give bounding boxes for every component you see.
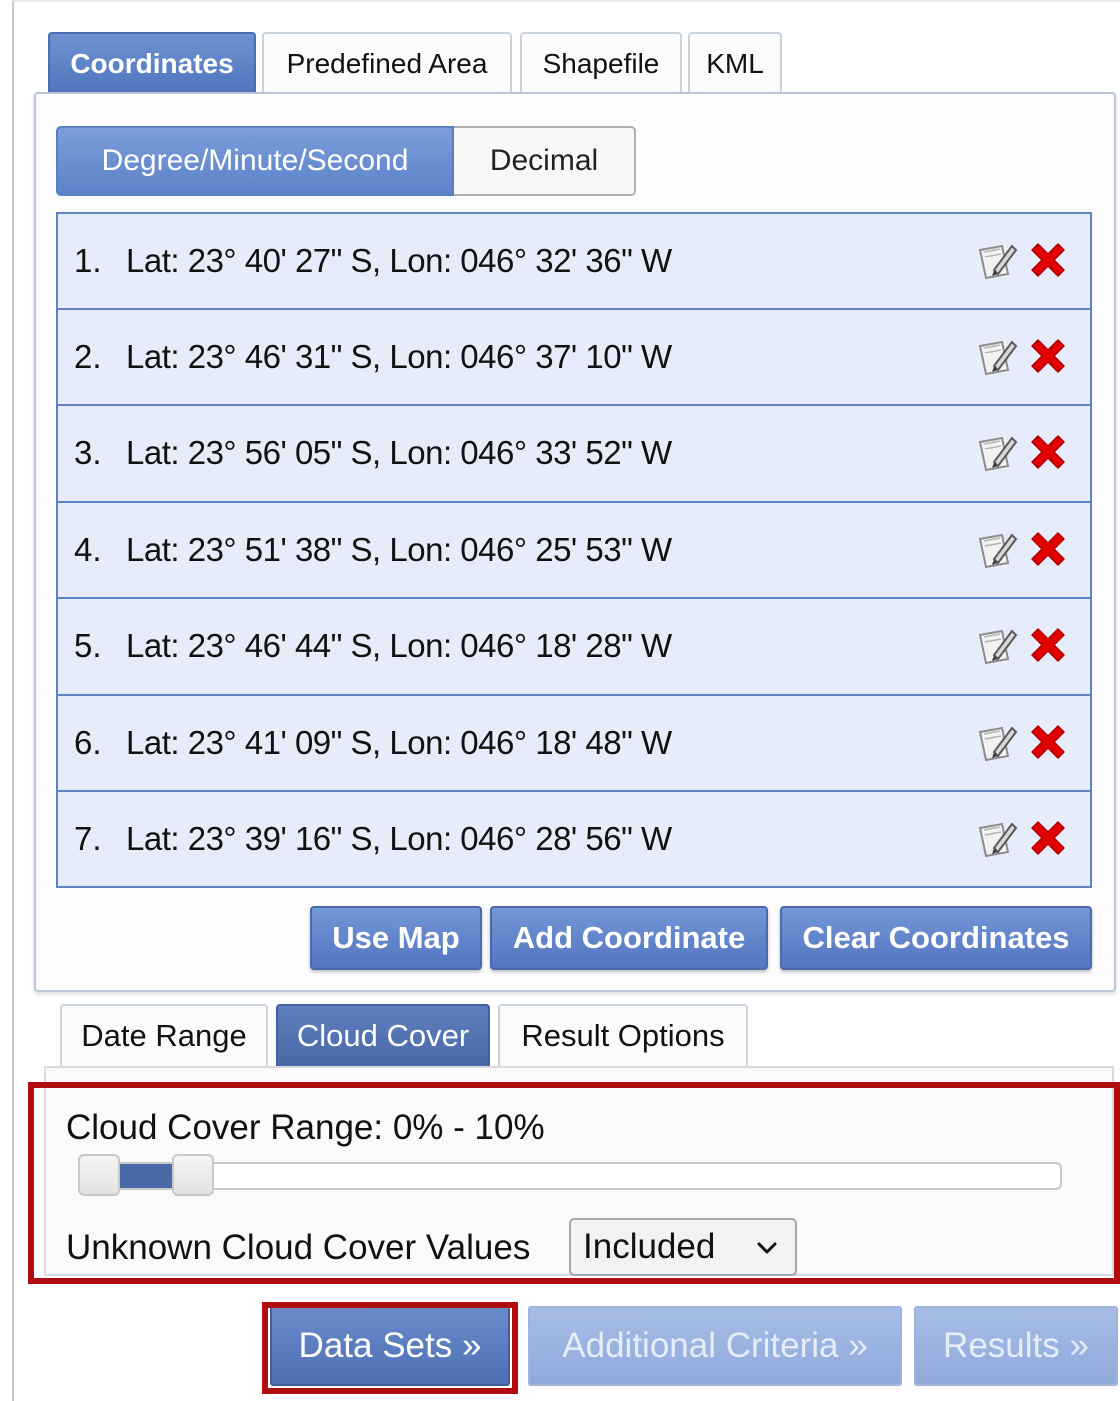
additional-criteria-button[interactable]: Additional Criteria » (528, 1306, 902, 1386)
coordinate-text: Lat: 23° 46' 44" S, Lon: 046° 18' 28" W (126, 627, 672, 665)
dms-format-button[interactable]: Degree/Minute/Second (56, 126, 454, 196)
edit-icon[interactable] (972, 428, 1020, 476)
coordinate-text: Lat: 23° 40' 27" S, Lon: 046° 32' 36" W (126, 241, 672, 279)
edit-icon[interactable] (972, 525, 1020, 573)
coordinate-row: 1. Lat: 23° 40' 27" S, Lon: 046° 32' 36" … (56, 212, 1092, 309)
coordinate-row: 4. Lat: 23° 51' 38" S, Lon: 046° 25' 53" … (56, 501, 1092, 598)
tab-shapefile[interactable]: Shapefile (520, 32, 682, 94)
coordinate-text: Lat: 23° 41' 09" S, Lon: 046° 18' 48" W (126, 723, 672, 761)
coordinate-number: 7. (74, 819, 102, 857)
delete-icon[interactable] (1024, 621, 1072, 669)
delete-icon[interactable] (1024, 428, 1072, 476)
coordinate-number: 2. (74, 337, 102, 375)
coordinate-text: Lat: 23° 56' 05" S, Lon: 046° 33' 52" W (126, 434, 672, 472)
delete-icon[interactable] (1024, 718, 1072, 766)
coordinate-text: Lat: 23° 46' 31" S, Lon: 046° 37' 10" W (126, 337, 672, 375)
coordinate-row: 7. Lat: 23° 39' 16" S, Lon: 046° 28' 56" … (56, 791, 1092, 888)
coordinate-text: Lat: 23° 51' 38" S, Lon: 046° 25' 53" W (126, 530, 672, 568)
coordinate-row: 6. Lat: 23° 41' 09" S, Lon: 046° 18' 48" … (56, 694, 1092, 791)
coordinate-list: 1. Lat: 23° 40' 27" S, Lon: 046° 32' 36" … (56, 212, 1092, 888)
tab-kml[interactable]: KML (688, 32, 782, 94)
coordinate-text: Lat: 23° 39' 16" S, Lon: 046° 28' 56" W (126, 819, 672, 857)
edit-icon[interactable] (972, 236, 1020, 284)
delete-icon[interactable] (1024, 814, 1072, 862)
data-sets-highlight (262, 1302, 518, 1394)
edit-icon[interactable] (972, 814, 1020, 862)
coordinate-row: 3. Lat: 23° 56' 05" S, Lon: 046° 33' 52" … (56, 405, 1092, 502)
delete-icon[interactable] (1024, 236, 1072, 284)
coordinate-number: 3. (74, 434, 102, 472)
decimal-format-button[interactable]: Decimal (454, 126, 636, 196)
coordinate-row: 2. Lat: 23° 46' 31" S, Lon: 046° 37' 10" … (56, 308, 1092, 405)
cloud-cover-highlight (28, 1082, 1120, 1284)
add-coordinate-button[interactable]: Add Coordinate (490, 906, 768, 970)
tab-date-range[interactable]: Date Range (60, 1004, 268, 1066)
clear-coordinates-button[interactable]: Clear Coordinates (780, 906, 1092, 970)
tab-predefined-area[interactable]: Predefined Area (262, 32, 512, 94)
coordinate-number: 5. (74, 627, 102, 665)
use-map-button[interactable]: Use Map (310, 906, 482, 970)
edit-icon[interactable] (972, 332, 1020, 380)
edit-icon[interactable] (972, 718, 1020, 766)
delete-icon[interactable] (1024, 525, 1072, 573)
coordinate-number: 1. (74, 241, 102, 279)
edit-icon[interactable] (972, 621, 1020, 669)
coordinate-number: 6. (74, 723, 102, 761)
coordinate-number: 4. (74, 530, 102, 568)
tab-result-options[interactable]: Result Options (498, 1004, 748, 1066)
delete-icon[interactable] (1024, 332, 1072, 380)
results-button[interactable]: Results » (914, 1306, 1118, 1386)
coordinate-row: 5. Lat: 23° 46' 44" S, Lon: 046° 18' 28" … (56, 598, 1092, 695)
tab-coordinates[interactable]: Coordinates (48, 32, 256, 94)
tab-cloud-cover[interactable]: Cloud Cover (276, 1004, 490, 1066)
